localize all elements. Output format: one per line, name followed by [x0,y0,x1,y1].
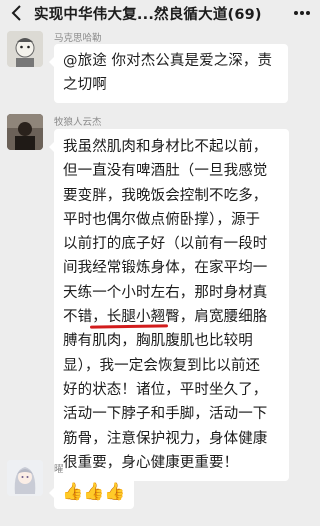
text-line: 以前打的底子好（以前有一段时 [63,236,268,253]
message-bubble[interactable]: @旅途 你对杰公真是爱之深，责 之切啊 [49,44,288,103]
text-line: 间我经常锻炼身体，在家平均一 [63,260,268,277]
cartoon-avatar-icon[interactable] [7,31,43,67]
more-dots-icon[interactable] [292,4,312,22]
chat-header: 实现中华伟大复...然良循大道(69) [0,0,320,26]
text-line: 要变胖，我晚饭会控制不吃多， [63,187,268,204]
photo-avatar[interactable] [7,114,43,150]
text-line: 很重要，身心健康更重要！ [63,454,239,471]
sender-name: 牧狼人云杰 [54,117,102,128]
anime-girl-avatar[interactable] [7,460,43,496]
text-line: 平时也偶尔做点俯卧撑），源于 [63,211,261,228]
text-line: 好的状态！诸位，平时坐久了， [63,381,268,398]
text-line: 天练一个小时左右，那时身材真 [63,284,268,301]
message-text: 我虽然肌肉和身材比不起以前， 但一直没有啤酒肚（一旦我感觉 要变胖，我晚饭会控制… [63,135,280,475]
sender-name: 马克思哈勒 [54,33,102,44]
text-line: 膊有肌肉，胸肌腹肌也比较明 [63,333,253,350]
chat-title: 实现中华伟大复...然良循大道(69) [34,7,262,23]
text-line: 筋骨，注意保护视力，身体健康 [63,430,268,447]
message-bubble[interactable]: 👍👍👍 [49,475,134,509]
text-line: @旅途 你对杰公真是爱之深，责 [63,53,273,69]
message-bubble[interactable]: 我虽然肌肉和身材比不起以前， 但一直没有啤酒肚（一旦我感觉 要变胖，我晚饭会控制… [49,129,289,482]
chevron-left-icon[interactable] [10,4,24,22]
text-line: 我虽然肌肉和身材比不起以前， [63,139,268,155]
text-line: 但一直没有啤酒肚（一旦我感觉 [63,163,268,180]
text-line: 显），我一定会恢复到比以前还 [63,357,261,374]
text-line: 之切啊 [63,77,107,94]
thumbs-up-emoji: 👍👍👍 [62,482,126,502]
message-text: @旅途 你对杰公真是爱之深，责 之切啊 [63,49,279,98]
text-line: 活动一下脖子和手脚，活动一下 [63,406,268,423]
sender-name: 曜 [54,464,64,475]
